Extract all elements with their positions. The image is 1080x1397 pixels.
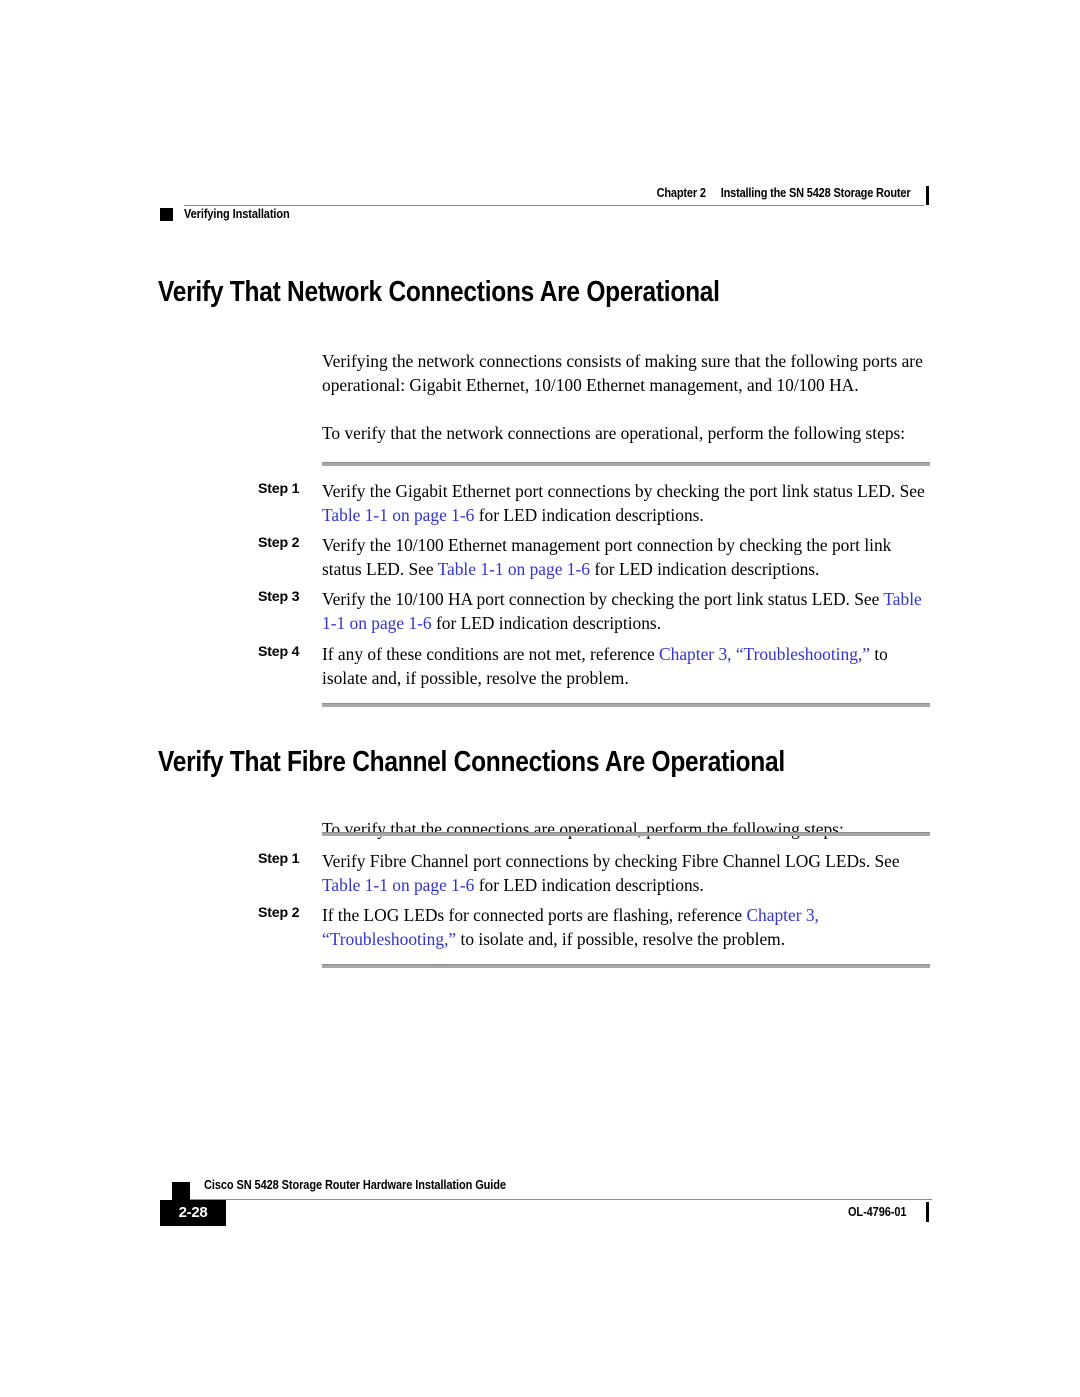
steps-block-network: Step 1 Verify the Gigabit Ethernet port … [258, 462, 930, 707]
cross-reference-link[interactable]: Chapter 3, “Troubleshooting,” [659, 644, 870, 664]
footer-square-bullet-icon [172, 1182, 190, 1200]
steps-rule-bottom [322, 964, 930, 969]
steps-rule-bottom [322, 702, 930, 707]
cross-reference-link[interactable]: Table 1-1 on page 1-6 [322, 875, 474, 895]
header-rule [184, 205, 924, 206]
step-row: Step 2 If the LOG LEDs for connected por… [258, 903, 930, 951]
footer-rule [184, 1199, 932, 1200]
page-footer: Cisco SN 5428 Storage Router Hardware In… [160, 1168, 932, 1228]
step-label: Step 1 [258, 851, 300, 867]
step-body: Verify the Gigabit Ethernet port connect… [322, 479, 930, 527]
step-label: Step 2 [258, 905, 300, 922]
step-row: Step 4 If any of these conditions are no… [258, 642, 930, 690]
section-heading-network: Verify That Network Connections Are Oper… [158, 276, 720, 308]
footer-page-number: 2-28 [178, 1204, 208, 1221]
steps-rule-top [322, 832, 930, 836]
step-row: Step 1 Verify the Gigabit Ethernet port … [258, 479, 930, 527]
step-text: Verify Fibre Channel port connections by… [322, 851, 900, 871]
running-header: Chapter 2 Installing the SN 5428 Storage … [160, 186, 932, 226]
cross-reference-link[interactable]: Table 1-1 on page 1-6 [322, 505, 474, 525]
header-edge-tick [926, 186, 929, 205]
step-label: Step 1 [258, 481, 300, 497]
document-page: Chapter 2 Installing the SN 5428 Storage … [0, 0, 1080, 1397]
step-row: Step 3 Verify the 10/100 HA port connect… [258, 587, 930, 635]
footer-edge-tick [926, 1202, 929, 1222]
step-body: Verify the 10/100 Ethernet management po… [322, 533, 930, 581]
section-heading-fibre-channel: Verify That Fibre Channel Connections Ar… [158, 746, 785, 778]
step-body: Verify Fibre Channel port connections by… [322, 849, 930, 897]
paragraph-network-intro: Verifying the network connections consis… [322, 351, 923, 396]
step-text: for LED indication descriptions. [474, 505, 704, 526]
step-row: Step 2 Verify the 10/100 Ethernet manage… [258, 533, 930, 581]
step-text: for LED indication descriptions. [474, 875, 704, 896]
steps-rule-top [322, 462, 930, 466]
step-label: Step 4 [258, 643, 300, 660]
step-text: to isolate and, if possible, resolve the… [456, 929, 786, 950]
step-text: If any of these conditions are not met, … [322, 643, 660, 664]
header-chapter-number: Chapter 2 [656, 186, 706, 200]
step-text: If the LOG LEDs for connected ports are … [322, 905, 747, 926]
step-body: If the LOG LEDs for connected ports are … [322, 903, 930, 951]
steps-block-fibre-channel: Step 1 Verify Fibre Channel port connect… [258, 832, 930, 969]
step-text: for LED indication descriptions. [431, 613, 662, 634]
header-running-section: Verifying Installation [184, 207, 290, 221]
step-text: for LED indication descriptions. [589, 559, 820, 580]
step-label: Step 2 [258, 535, 300, 552]
step-text: Verify the Gigabit Ethernet port connect… [322, 481, 925, 501]
cross-reference-link[interactable]: Table 1-1 on page 1-6 [438, 559, 590, 579]
step-body: Verify the 10/100 HA port connection by … [322, 587, 930, 635]
step-text: Verify the 10/100 HA port connection by … [322, 589, 884, 610]
header-chapter-title: Installing the SN 5428 Storage Router [720, 186, 910, 200]
footer-document-id: OL-4796-01 [847, 1205, 907, 1219]
step-body: If any of these conditions are not met, … [322, 642, 930, 690]
header-chapter-reference: Chapter 2 Installing the SN 5428 Storage … [656, 186, 910, 200]
step-row: Step 1 Verify Fibre Channel port connect… [258, 849, 930, 897]
paragraph-network-verify: To verify that the network connections a… [322, 423, 906, 444]
footer-guide-title: Cisco SN 5428 Storage Router Hardware In… [204, 1178, 506, 1192]
header-square-bullet-icon [160, 208, 173, 221]
step-label: Step 3 [258, 589, 300, 606]
